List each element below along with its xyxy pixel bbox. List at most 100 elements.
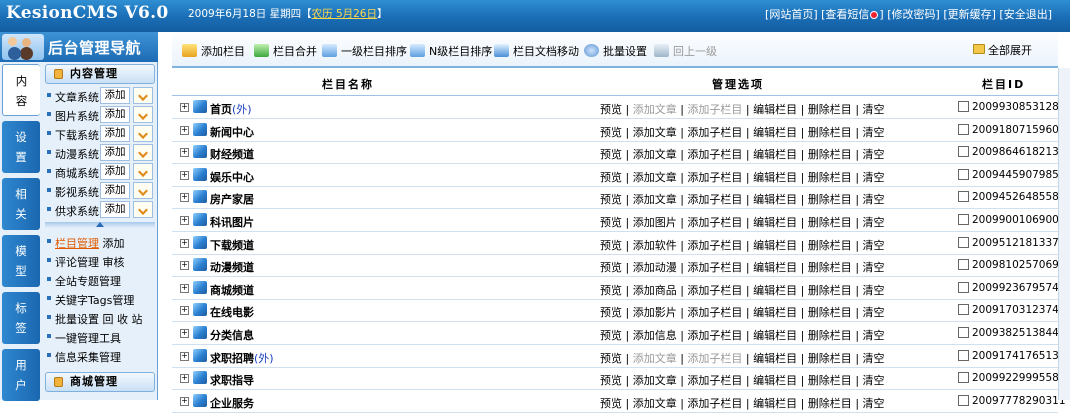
clear-link[interactable]: 清空 — [863, 126, 885, 139]
delete-category-link[interactable]: 删除栏目 — [808, 352, 852, 365]
clear-link[interactable]: 清空 — [863, 239, 885, 252]
collapse-handle[interactable] — [45, 222, 155, 228]
edit-pencil-icon[interactable] — [133, 106, 153, 123]
category-name[interactable]: 娱乐中心 — [210, 169, 254, 185]
delete-category-link[interactable]: 删除栏目 — [808, 261, 852, 274]
lunar-date-link[interactable]: 农历 5月26日 — [312, 8, 377, 20]
preview-link[interactable]: 预览 — [600, 171, 622, 184]
add-subcategory-link[interactable]: 添加子栏目 — [687, 126, 742, 139]
delete-category-link[interactable]: 删除栏目 — [808, 397, 852, 410]
add-button[interactable]: 添加 — [100, 163, 130, 180]
topics-link[interactable]: 全站专题管理 — [55, 273, 121, 289]
delete-category-link[interactable]: 删除栏目 — [808, 171, 852, 184]
expand-plus-icon[interactable]: + — [180, 148, 189, 158]
delete-category-link[interactable]: 删除栏目 — [808, 239, 852, 252]
edit-category-link[interactable]: 编辑栏目 — [753, 374, 797, 387]
clear-link[interactable]: 清空 — [863, 216, 885, 229]
delete-category-link[interactable]: 删除栏目 — [808, 126, 852, 139]
add-subcategory-link[interactable]: 添加子栏目 — [687, 239, 742, 252]
category-name[interactable]: 科讯图片 — [210, 214, 254, 230]
add-subcategory-link[interactable]: 添加子栏目 — [687, 352, 742, 365]
expand-all-button[interactable]: 全部展开 — [973, 42, 1032, 58]
delete-category-link[interactable]: 删除栏目 — [808, 103, 852, 116]
category-name[interactable]: 房产家居 — [210, 191, 254, 207]
row-checkbox[interactable] — [958, 304, 969, 316]
edit-category-link[interactable]: 编辑栏目 — [753, 397, 797, 410]
edit-category-link[interactable]: 编辑栏目 — [753, 216, 797, 229]
tags-link[interactable]: 关键字Tags管理 — [55, 292, 134, 308]
add-button[interactable]: 添加 — [100, 182, 130, 199]
category-name[interactable]: 求职招聘(外) — [210, 350, 274, 366]
edit-category-link[interactable]: 编辑栏目 — [753, 193, 797, 206]
row-checkbox[interactable] — [958, 236, 969, 248]
add-content-link[interactable]: 添加图片 — [633, 216, 677, 229]
add-subcategory-link[interactable]: 添加子栏目 — [687, 261, 742, 274]
edit-category-link[interactable]: 编辑栏目 — [753, 306, 797, 319]
delete-category-link[interactable]: 删除栏目 — [808, 329, 852, 342]
content-management-header[interactable]: 内容管理 — [45, 64, 155, 84]
preview-link[interactable]: 预览 — [600, 352, 622, 365]
preview-link[interactable]: 预览 — [600, 329, 622, 342]
edit-pencil-icon[interactable] — [133, 144, 153, 161]
add-subcategory-link[interactable]: 添加子栏目 — [687, 306, 742, 319]
add-content-link[interactable]: 添加影片 — [633, 306, 677, 319]
expand-plus-icon[interactable]: + — [180, 261, 189, 271]
vertical-scrollbar[interactable] — [1058, 68, 1070, 400]
refresh-cache-link[interactable]: [更新缓存] — [943, 8, 996, 21]
add-button[interactable]: 添加 — [100, 144, 130, 161]
row-checkbox[interactable] — [958, 214, 969, 225]
delete-category-link[interactable]: 删除栏目 — [808, 306, 852, 319]
category-add-link[interactable]: 添加 — [103, 237, 125, 250]
add-subcategory-link[interactable]: 添加子栏目 — [687, 216, 742, 229]
tab-related[interactable]: 相关 — [2, 178, 40, 230]
expand-plus-icon[interactable]: + — [180, 283, 189, 293]
one-click-tools-link[interactable]: 一键管理工具 — [55, 330, 121, 346]
add-subcategory-link[interactable]: 添加子栏目 — [687, 193, 742, 206]
add-button[interactable]: 添加 — [100, 87, 130, 104]
add-content-link[interactable]: 添加商品 — [633, 284, 677, 297]
edit-pencil-icon[interactable] — [133, 182, 153, 199]
expand-plus-icon[interactable]: + — [180, 306, 189, 316]
expand-plus-icon[interactable]: + — [180, 351, 189, 361]
edit-category-link[interactable]: 编辑栏目 — [753, 148, 797, 161]
expand-plus-icon[interactable]: + — [180, 329, 189, 338]
tab-tags[interactable]: 标签 — [2, 292, 40, 344]
move-documents-button[interactable]: 栏目文档移动 — [494, 43, 579, 59]
add-content-link[interactable]: 添加文章 — [633, 126, 677, 139]
edit-pencil-icon[interactable] — [133, 87, 153, 104]
category-management-link[interactable]: 栏目管理 — [55, 237, 99, 250]
clear-link[interactable]: 清空 — [863, 171, 885, 184]
expand-plus-icon[interactable]: + — [180, 170, 189, 180]
preview-link[interactable]: 预览 — [600, 239, 622, 252]
edit-pencil-icon[interactable] — [133, 125, 153, 142]
row-checkbox[interactable] — [958, 394, 969, 406]
category-name[interactable]: 商城频道 — [210, 282, 254, 298]
clear-link[interactable]: 清空 — [863, 261, 885, 274]
clear-link[interactable]: 清空 — [863, 193, 885, 206]
add-content-link[interactable]: 添加文章 — [633, 193, 677, 206]
edit-category-link[interactable]: 编辑栏目 — [753, 284, 797, 297]
clear-link[interactable]: 清空 — [863, 352, 885, 365]
expand-plus-icon[interactable]: + — [180, 238, 189, 248]
comment-review-link[interactable]: 审核 — [103, 256, 125, 269]
add-subcategory-link[interactable]: 添加子栏目 — [687, 374, 742, 387]
add-subcategory-link[interactable]: 添加子栏目 — [687, 329, 742, 342]
expand-plus-icon[interactable]: + — [180, 396, 189, 406]
add-content-link[interactable]: 添加文章 — [633, 374, 677, 387]
edit-category-link[interactable]: 编辑栏目 — [753, 239, 797, 252]
preview-link[interactable]: 预览 — [600, 126, 622, 139]
row-checkbox[interactable] — [958, 191, 969, 203]
clear-link[interactable]: 清空 — [863, 374, 885, 387]
tab-users[interactable]: 用户 — [2, 349, 40, 401]
edit-category-link[interactable]: 编辑栏目 — [753, 261, 797, 274]
tab-settings[interactable]: 设置 — [2, 121, 40, 173]
expand-plus-icon[interactable]: + — [180, 374, 189, 384]
edit-category-link[interactable]: 编辑栏目 — [753, 126, 797, 139]
add-content-link[interactable]: 添加动漫 — [633, 261, 677, 274]
messages-link[interactable]: [查看短信 — [821, 8, 869, 21]
expand-plus-icon[interactable]: + — [180, 103, 189, 112]
sort-level1-button[interactable]: 一级栏目排序 — [322, 43, 407, 59]
row-checkbox[interactable] — [958, 168, 969, 180]
preview-link[interactable]: 预览 — [600, 397, 622, 410]
row-checkbox[interactable] — [958, 101, 969, 112]
